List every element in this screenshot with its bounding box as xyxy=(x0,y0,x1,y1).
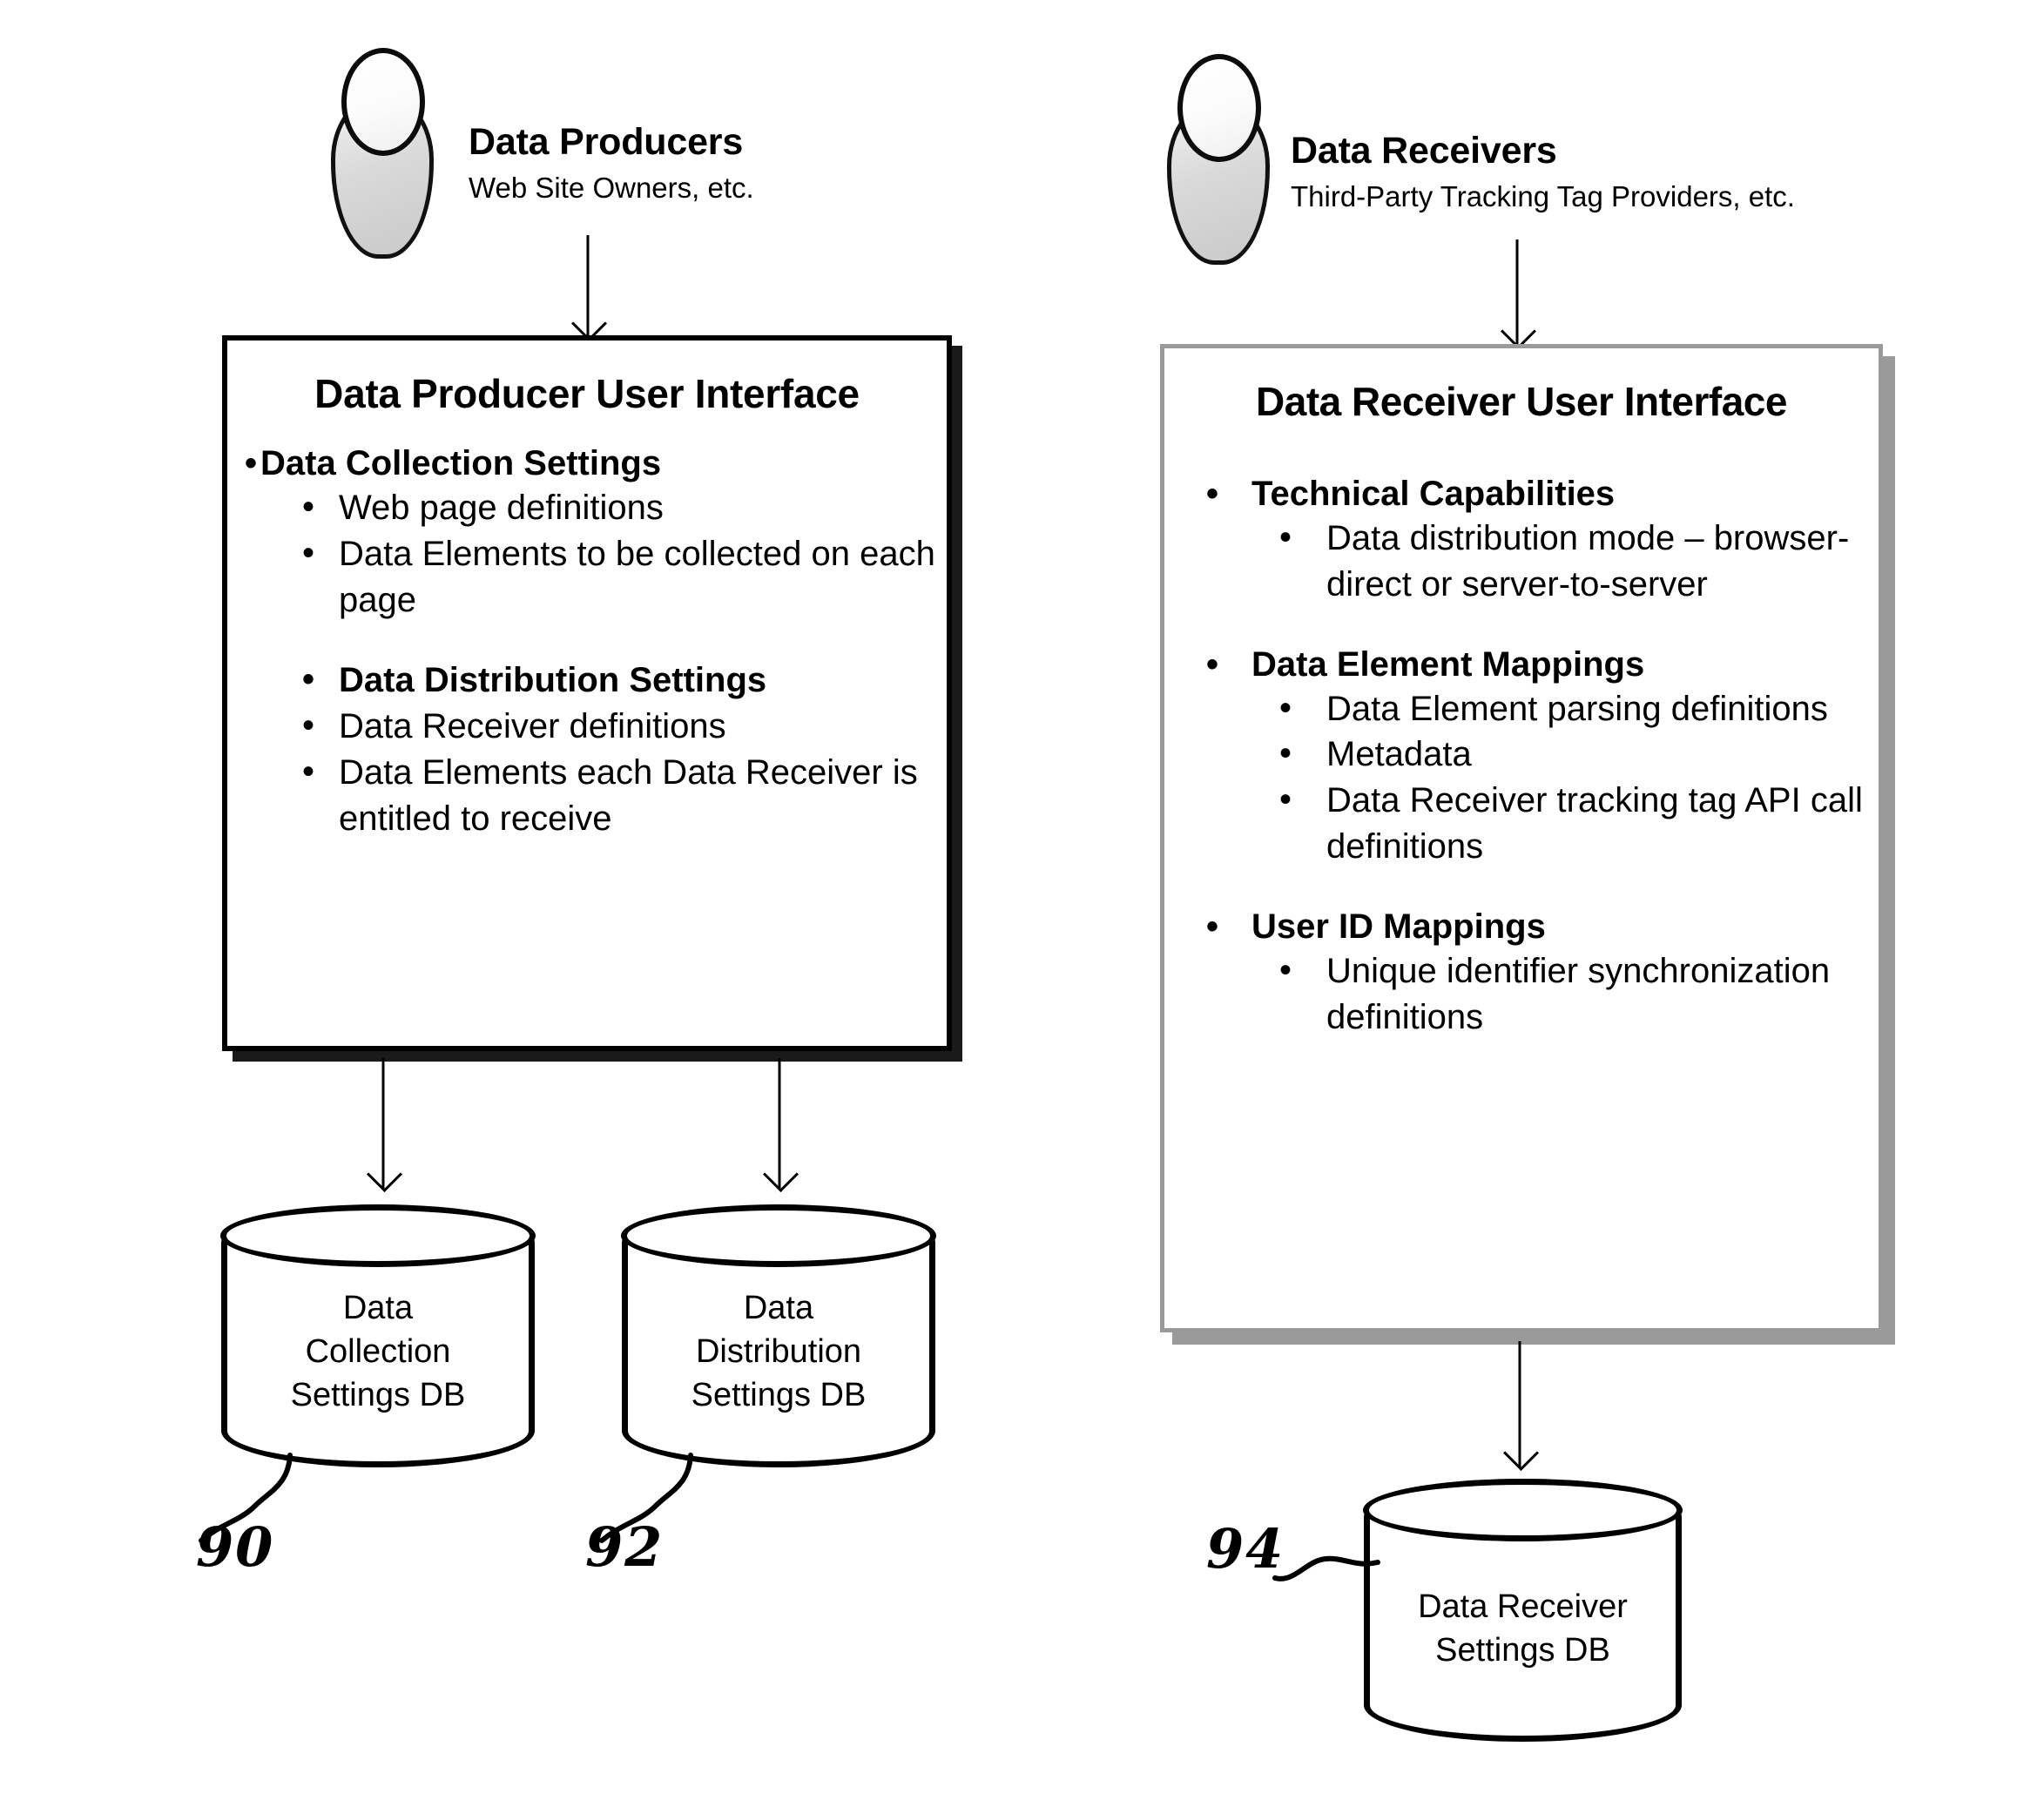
reference-numeral-92: 92 xyxy=(585,1515,664,1579)
bullet-icon: • xyxy=(1279,518,1292,556)
db-label-line-3: Settings DB xyxy=(290,1377,466,1414)
receiver-group-heading-3: • User ID Mappings xyxy=(1164,905,1879,948)
producer-group-heading-2-text: Data Distribution Settings xyxy=(339,661,767,700)
producer-group-1-item-1-text: Web page definitions xyxy=(339,489,664,527)
cylinder-top-icon xyxy=(220,1204,536,1267)
producer-group-heading-2: • Data Distribution Settings xyxy=(227,657,947,704)
producer-panel-body: • Data Collection Settings • Web page de… xyxy=(227,442,947,842)
bullet-icon: • xyxy=(1279,734,1292,773)
db-label-line-1: Data Receiver xyxy=(1418,1588,1628,1625)
receiver-group-heading-1-text: Technical Capabilities xyxy=(1251,475,1616,513)
data-producers-person-icon xyxy=(331,48,434,259)
receiver-group-heading-2-text: Data Element Mappings xyxy=(1251,644,1645,684)
receiver-group-2-item-3: • Data Receiver tracking tag API call de… xyxy=(1164,778,1879,870)
receiver-group-2-item-1-text: Data Element parsing definitions xyxy=(1326,689,1828,728)
producer-group-1-item-2-text: Data Elements to be collected on each pa… xyxy=(339,534,935,619)
db-label-line-2: Settings DB xyxy=(1435,1632,1610,1669)
arrow-receivers-to-receiver-panel xyxy=(1500,239,1537,350)
data-distribution-settings-db-label: Data Distribution Settings DB xyxy=(622,1286,935,1417)
producer-group-1-item-2: • Data Elements to be collected on each … xyxy=(227,531,947,624)
data-receivers-label: Data Receivers Third-Party Tracking Tag … xyxy=(1291,130,1795,213)
bullet-icon: • xyxy=(302,752,315,791)
bullet-icon: • xyxy=(245,444,258,482)
arrow-producer-panel-to-collection-db xyxy=(366,1058,403,1193)
arrow-head-icon xyxy=(1502,1434,1540,1472)
reference-numeral-90: 90 xyxy=(196,1515,275,1579)
figure-canvas: Data Producers Web Site Owners, etc. Dat… xyxy=(0,0,2044,1814)
data-distribution-settings-db: Data Distribution Settings DB xyxy=(621,1204,936,1467)
receiver-group-heading-3-text: User ID Mappings xyxy=(1251,907,1546,946)
data-producers-label: Data Producers Web Site Owners, etc. xyxy=(469,121,754,205)
bullet-icon: • xyxy=(1206,644,1219,684)
producer-group-heading-1-text: Data Collection Settings xyxy=(260,444,662,482)
bullet-icon: • xyxy=(302,706,315,745)
data-receiver-settings-db-label: Data Receiver Settings DB xyxy=(1364,1585,1682,1672)
data-collection-settings-db: Data Collection Settings DB xyxy=(220,1204,536,1467)
receiver-group-2-item-3-text: Data Receiver tracking tag API call defi… xyxy=(1326,781,1863,866)
db-label-line-1: Data xyxy=(743,1290,814,1326)
data-receivers-title: Data Receivers xyxy=(1291,130,1557,172)
producer-group-2-item-1: • Data Receiver definitions xyxy=(227,704,947,750)
cylinder-top-icon xyxy=(1363,1479,1683,1541)
receiver-panel-body: • Technical Capabilities • Data distribu… xyxy=(1164,472,1879,1040)
producer-group-2-item-2: • Data Elements each Data Receiver is en… xyxy=(227,750,947,842)
data-collection-settings-db-label: Data Collection Settings DB xyxy=(221,1286,535,1417)
data-receivers-subtitle: Third-Party Tracking Tag Providers, etc. xyxy=(1291,180,1795,213)
db-label-line-2: Collection xyxy=(305,1333,451,1371)
producer-group-2-item-1-text: Data Receiver definitions xyxy=(339,707,726,746)
receiver-group-3-item-1: • Unique identifier synchronization defi… xyxy=(1164,948,1879,1041)
producer-panel-title: Data Producer User Interface xyxy=(314,371,860,416)
producer-group-2-item-2-text: Data Elements each Data Receiver is enti… xyxy=(339,752,918,838)
receiver-group-1-item-1-text: Data distribution mode – browser-direct … xyxy=(1326,519,1850,604)
data-producers-subtitle: Web Site Owners, etc. xyxy=(469,172,754,205)
arrow-producers-to-producer-panel xyxy=(570,235,608,342)
receiver-group-2-item-2: • Metadata xyxy=(1164,732,1879,778)
data-producers-title: Data Producers xyxy=(469,121,744,163)
bullet-icon: • xyxy=(302,533,315,572)
cylinder-top-icon xyxy=(621,1204,936,1267)
receiver-group-1-item-1: • Data distribution mode – browser-direc… xyxy=(1164,516,1879,608)
arrow-head-icon xyxy=(762,1156,799,1193)
data-receiver-user-interface-panel: Data Receiver User Interface • Technical… xyxy=(1160,344,1883,1332)
bullet-icon: • xyxy=(1206,907,1219,946)
bullet-icon: • xyxy=(1279,950,1292,989)
person-head-icon xyxy=(1177,54,1261,162)
arrow-receiver-panel-to-receiver-db xyxy=(1502,1341,1540,1472)
data-producer-user-interface-panel: Data Producer User Interface • Data Coll… xyxy=(222,335,952,1051)
person-head-icon xyxy=(341,48,425,156)
bullet-icon: • xyxy=(1206,475,1219,513)
data-receiver-settings-db: Data Receiver Settings DB xyxy=(1363,1479,1683,1742)
bullet-icon: • xyxy=(1279,780,1292,819)
arrow-head-icon xyxy=(366,1156,403,1193)
bullet-icon: • xyxy=(1279,688,1292,727)
receiver-group-heading-2: • Data Element Mappings xyxy=(1164,643,1879,686)
db-label-line-3: Settings DB xyxy=(691,1377,867,1414)
receiver-group-heading-1: • Technical Capabilities xyxy=(1164,472,1879,516)
arrow-producer-panel-to-distribution-db xyxy=(762,1058,799,1193)
db-label-line-1: Data xyxy=(342,1290,414,1326)
bullet-icon: • xyxy=(302,660,315,699)
reference-numeral-94: 94 xyxy=(1206,1517,1285,1581)
receiver-group-2-item-2-text: Metadata xyxy=(1326,735,1472,774)
data-receivers-person-icon xyxy=(1167,54,1270,265)
receiver-group-2-item-1: • Data Element parsing definitions xyxy=(1164,686,1879,732)
producer-group-1-item-1: • Web page definitions xyxy=(227,485,947,531)
receiver-panel-title: Data Receiver User Interface xyxy=(1256,379,1787,424)
bullet-icon: • xyxy=(302,488,315,526)
db-label-line-2: Distribution xyxy=(695,1333,862,1371)
producer-group-heading-1: • Data Collection Settings xyxy=(227,442,947,485)
receiver-group-3-item-1-text: Unique identifier synchronization defini… xyxy=(1326,951,1831,1036)
